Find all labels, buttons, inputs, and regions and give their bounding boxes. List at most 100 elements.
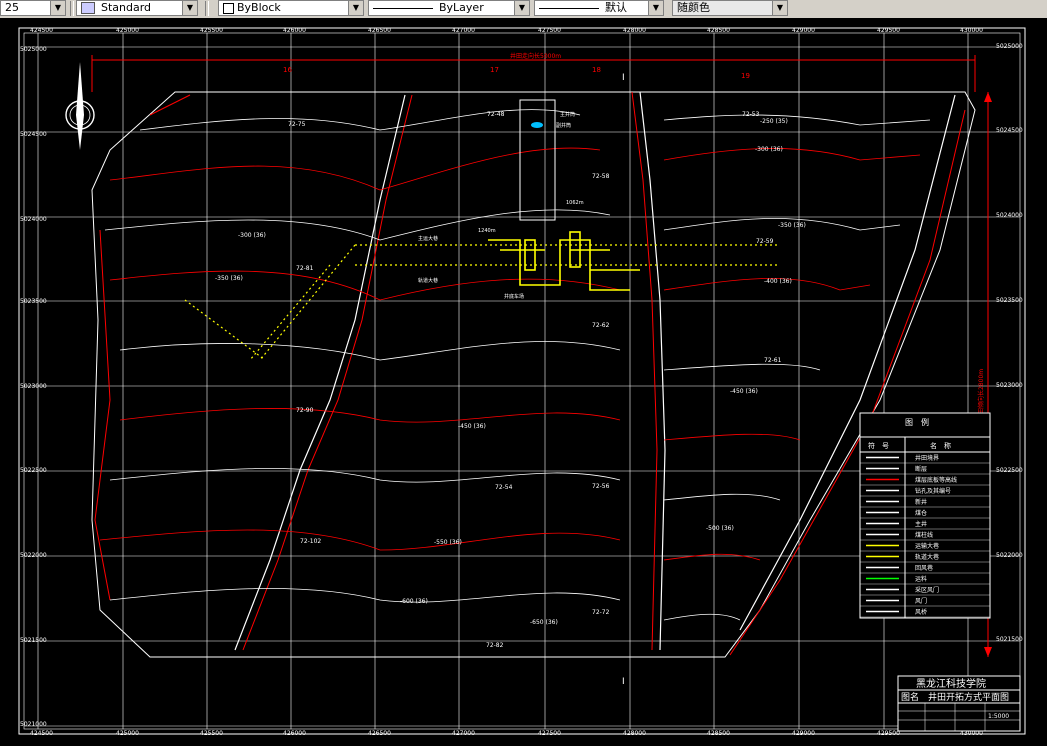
first-combo[interactable]: 25 ▼ bbox=[0, 0, 66, 16]
color-combo[interactable]: ByBlock ▼ bbox=[218, 0, 364, 16]
top-coord: 428500 bbox=[707, 27, 730, 34]
borehole-label: 72-59 bbox=[756, 238, 774, 245]
borehole-label: 72-61 bbox=[764, 357, 782, 364]
contour-label: -600 (36) bbox=[400, 598, 428, 605]
color-swatch-icon bbox=[223, 2, 234, 14]
chevron-down-icon[interactable]: ▼ bbox=[348, 1, 363, 15]
legend-item-label: 井田境界 bbox=[915, 454, 939, 462]
chevron-down-icon[interactable]: ▼ bbox=[772, 1, 787, 15]
left-coord: 5025000 bbox=[20, 46, 47, 53]
annotation: 井底车场 bbox=[504, 293, 524, 300]
contour-label: -500 (36) bbox=[706, 525, 734, 532]
borehole-label: 72-81 bbox=[296, 265, 314, 272]
legend-col-name: 名 称 bbox=[930, 441, 951, 450]
top-coord: 429500 bbox=[877, 27, 900, 34]
bottom-coord: 428000 bbox=[623, 730, 646, 737]
title-block-scale: 1:5000 bbox=[988, 713, 1009, 720]
borehole-label: 72-56 bbox=[592, 483, 610, 490]
lineweight-combo[interactable]: 默认 ▼ bbox=[534, 0, 664, 16]
annotation: 副井筒 bbox=[556, 122, 571, 129]
top-coord: 424500 bbox=[30, 27, 53, 34]
first-combo-value: 25 bbox=[5, 1, 19, 14]
bottom-coord: 426500 bbox=[368, 730, 391, 737]
drawing-canvas[interactable]: 424500 425000 425500 426000 426500 42700… bbox=[0, 18, 1047, 746]
section-label-bottom: I bbox=[622, 677, 625, 687]
contour-label: -300 (36) bbox=[238, 232, 266, 239]
chevron-down-icon[interactable]: ▼ bbox=[50, 1, 65, 15]
legend-item-label: 煤仓 bbox=[915, 509, 927, 517]
contour-label: -550 (36) bbox=[434, 539, 462, 546]
title-block-school: 黑龙江科技学院 bbox=[916, 677, 986, 690]
annotation: 1062m bbox=[566, 200, 584, 206]
left-coord: 5021500 bbox=[20, 637, 47, 644]
left-coord: 5022500 bbox=[20, 467, 47, 474]
legend-item-label: 运料 bbox=[915, 575, 927, 583]
color-value: ByBlock bbox=[237, 1, 281, 14]
borehole-label: 72-58 bbox=[592, 173, 610, 180]
legend-item-label: 采区风门 bbox=[915, 586, 939, 594]
legend-item-label: 新井 bbox=[915, 498, 927, 506]
plot-style-value: 随颜色 bbox=[677, 1, 710, 14]
left-coord: 5023500 bbox=[20, 298, 47, 305]
bottom-coord: 424500 bbox=[30, 730, 53, 737]
main-shaft-icon bbox=[531, 122, 543, 128]
top-coord: 425000 bbox=[116, 27, 139, 34]
legend-col-symbol: 符 号 bbox=[868, 441, 889, 450]
section-label-top: I bbox=[622, 73, 625, 83]
top-coord: 426500 bbox=[368, 27, 391, 34]
chevron-down-icon[interactable]: ▼ bbox=[648, 1, 663, 15]
title-block: 黑龙江科技学院 图名 井田开拓方式平面图 1:5000 bbox=[897, 675, 1021, 732]
line-sample-icon bbox=[539, 7, 599, 9]
bottom-coord: 429000 bbox=[792, 730, 815, 737]
bottom-coord: 426000 bbox=[283, 730, 306, 737]
top-coord: 430000 bbox=[960, 27, 983, 34]
lineweight-value: 默认 bbox=[605, 1, 627, 14]
legend-item-label: 轨道大巷 bbox=[915, 553, 939, 561]
annotation: 轨道大巷 bbox=[418, 277, 438, 284]
contour-label: -350 (36) bbox=[215, 275, 243, 282]
right-coord: 5023500 bbox=[996, 297, 1023, 304]
right-coord: 5024000 bbox=[996, 212, 1023, 219]
linetype-combo[interactable]: ByLayer ▼ bbox=[368, 0, 530, 16]
right-coord: 5024500 bbox=[996, 127, 1023, 134]
legend-title: 图 例 bbox=[905, 417, 929, 427]
left-coord: 5021000 bbox=[20, 721, 47, 728]
right-coord: 5022500 bbox=[996, 467, 1023, 474]
bottom-coord: 427000 bbox=[452, 730, 475, 737]
borehole-label: 72-102 bbox=[300, 538, 321, 545]
properties-toolbar: 25 ▼ Standard ▼ ByBlock ▼ ByLayer ▼ 默认 ▼… bbox=[0, 0, 1047, 19]
top-dimension-label: 井田走向长5000m bbox=[510, 52, 561, 60]
annotation: 1240m bbox=[478, 228, 496, 234]
annotation: 主井筒 bbox=[560, 111, 575, 118]
borehole-label: 72-62 bbox=[592, 322, 610, 329]
legend-item-label: 煤层底板等高线 bbox=[915, 476, 957, 484]
annotation: 主运大巷 bbox=[418, 235, 438, 242]
line-sample-icon bbox=[373, 7, 433, 9]
chevron-down-icon[interactable]: ▼ bbox=[182, 1, 197, 15]
contour-label: -250 (35) bbox=[760, 118, 788, 125]
line-label: 18 bbox=[592, 66, 601, 74]
contour-label: -350 (36) bbox=[778, 222, 806, 229]
legend-item-label: 断层 bbox=[915, 465, 927, 473]
top-coord: 426000 bbox=[283, 27, 306, 34]
borehole-label: 72-53 bbox=[742, 111, 760, 118]
chevron-down-icon[interactable]: ▼ bbox=[514, 1, 529, 15]
bottom-coord: 425000 bbox=[116, 730, 139, 737]
top-coord: 427500 bbox=[538, 27, 561, 34]
line-label: 16 bbox=[283, 66, 292, 74]
text-style-combo[interactable]: Standard ▼ bbox=[76, 0, 198, 16]
bottom-coord: 427500 bbox=[538, 730, 561, 737]
top-coord: 429000 bbox=[792, 27, 815, 34]
legend-item-label: 钻孔及其编号 bbox=[915, 487, 951, 495]
left-coord: 5022000 bbox=[20, 552, 47, 559]
bottom-coord: 428500 bbox=[707, 730, 730, 737]
top-coord: 427000 bbox=[452, 27, 475, 34]
legend-item-label: 风门 bbox=[915, 597, 927, 605]
plot-style-combo[interactable]: 随颜色 ▼ bbox=[672, 0, 788, 16]
right-coord: 5021500 bbox=[996, 636, 1023, 643]
borehole-label: 72-54 bbox=[495, 484, 513, 491]
contour-label: -450 (36) bbox=[730, 388, 758, 395]
borehole-label: 72-48 bbox=[487, 111, 505, 118]
title-block-drawing-title: 图名 井田开拓方式平面图 bbox=[901, 691, 1009, 703]
legend-item-label: 主井 bbox=[915, 520, 927, 528]
